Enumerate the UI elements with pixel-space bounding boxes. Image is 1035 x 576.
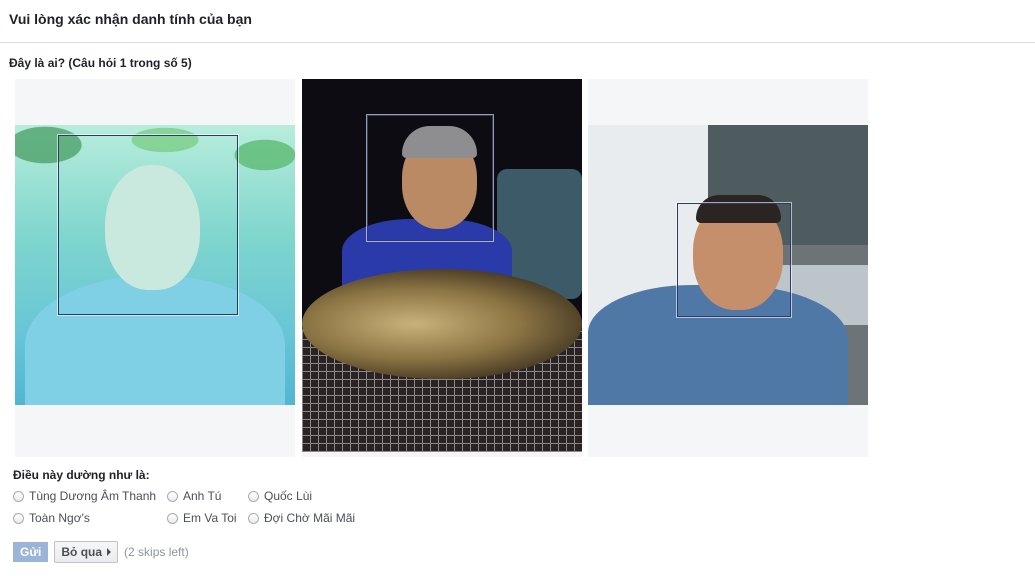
answer-option-label: Em Va Toi (183, 511, 237, 525)
answer-option-label: Đợi Chờ Mãi Mãi (264, 511, 356, 525)
answer-option-label: Toàn Ngơ's (29, 511, 90, 525)
face-tag-box (58, 135, 238, 315)
photo-grid (15, 79, 870, 457)
photo-card-2 (302, 79, 582, 457)
tagged-photo-2 (302, 79, 582, 452)
skips-left-text: (2 skips left) (124, 545, 189, 559)
answer-option-6[interactable]: Đợi Chờ Mãi Mãi (248, 511, 355, 525)
answer-option-3[interactable]: Quốc Lùi (248, 489, 312, 503)
radio-button[interactable] (13, 512, 24, 524)
radio-button[interactable] (248, 490, 259, 502)
answer-option-label: Tùng Dương Âm Thanh (29, 489, 157, 503)
answer-option-4[interactable]: Toàn Ngơ's (13, 511, 90, 525)
answer-option-label: Anh Tú (183, 489, 222, 503)
answers-prompt: Điều này dường như là: (13, 468, 150, 482)
action-bar: Gửi Bỏ qua (2 skips left) (13, 541, 189, 563)
answer-option-5[interactable]: Em Va Toi (167, 511, 237, 525)
header-divider (0, 42, 1035, 43)
page-title: Vui lòng xác nhận danh tính của bạn (9, 11, 252, 27)
skip-button[interactable]: Bỏ qua (54, 541, 119, 563)
radio-button[interactable] (167, 512, 178, 524)
skip-button-label: Bỏ qua (61, 545, 103, 559)
radio-button[interactable] (248, 512, 259, 524)
submit-button[interactable]: Gửi (13, 542, 49, 562)
photo-card-1 (15, 79, 295, 457)
caret-right-icon (107, 548, 112, 556)
answer-option-1[interactable]: Tùng Dương Âm Thanh (13, 489, 156, 503)
answer-option-label: Quốc Lùi (264, 489, 313, 503)
radio-button[interactable] (167, 490, 178, 502)
radio-button[interactable] (13, 490, 24, 502)
tagged-photo-3 (588, 125, 868, 405)
face-tag-box (367, 115, 493, 241)
tagged-photo-1 (15, 125, 295, 405)
answer-option-2[interactable]: Anh Tú (167, 489, 221, 503)
question-text: Đây là ai? (Câu hỏi 1 trong số 5) (9, 56, 192, 70)
face-tag-box (677, 203, 791, 317)
photo-card-3 (588, 79, 868, 457)
answer-options: Tùng Dương Âm Thanh Anh Tú Quốc Lùi Toàn… (13, 489, 413, 529)
